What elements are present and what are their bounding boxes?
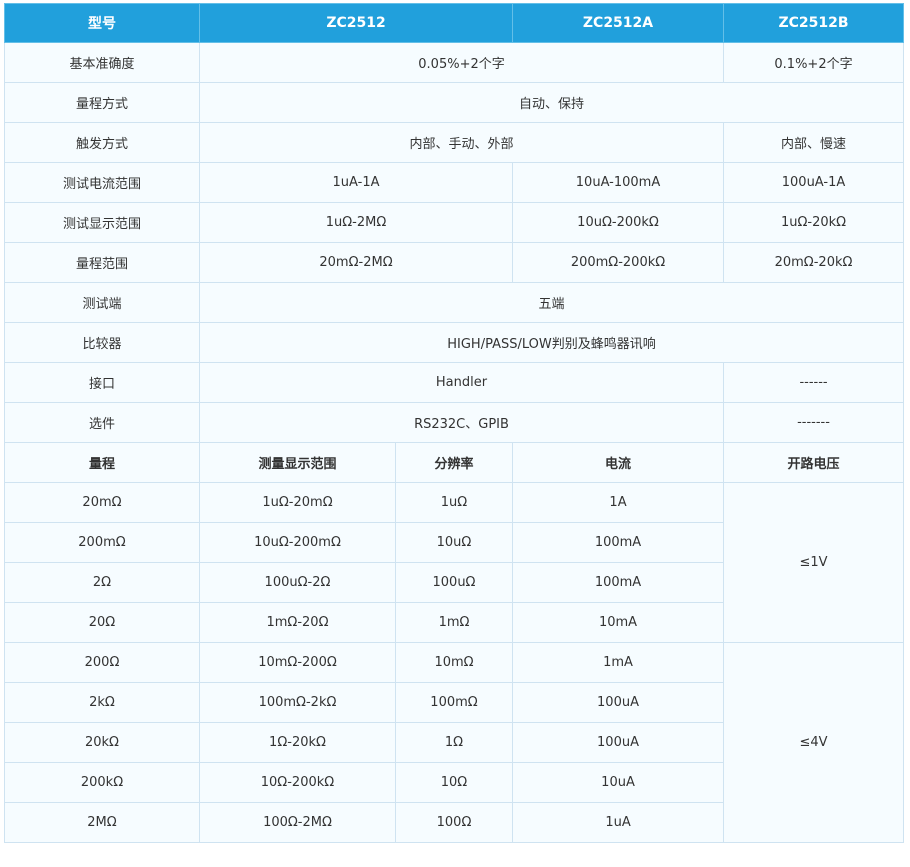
current-cell: 10mA [512, 602, 725, 643]
spec-value: ------ [723, 362, 905, 403]
display-range-cell: 10Ω-200kΩ [199, 762, 396, 803]
range-cell: 2kΩ [4, 682, 200, 723]
spec-table: 型号 ZC2512 ZC2512A ZC2512B 基本准确度 0.05%+2个… [4, 3, 905, 843]
spec-value: 内部、慢速 [723, 122, 905, 163]
spec-row-range: 量程范围 20mΩ-2MΩ 200mΩ-200kΩ 20mΩ-20kΩ [4, 242, 905, 283]
spec-value: HIGH/PASS/LOW判别及蜂鸣器讯响 [198, 322, 905, 363]
display-range-cell: 1mΩ-20Ω [199, 602, 396, 643]
resolution-cell: 1Ω [394, 722, 514, 763]
resolution-cell: 1mΩ [394, 602, 514, 643]
spec-label: 选件 [4, 402, 200, 443]
range-cell: 20kΩ [4, 722, 200, 763]
resolution-cell: 10uΩ [394, 522, 514, 563]
spec-row-options: 选件 RS232C、GPIB ------- [4, 402, 905, 443]
spec-value: 1uΩ-20kΩ [723, 202, 905, 243]
spec-value: 20mΩ-20kΩ [723, 242, 905, 283]
current-cell: 1mA [512, 642, 725, 683]
resolution-cell: 10mΩ [394, 642, 514, 683]
spec-row-display: 测试显示范围 1uΩ-2MΩ 10uΩ-200kΩ 1uΩ-20kΩ [4, 202, 905, 243]
range-cell: 20mΩ [4, 482, 200, 523]
spec-value: 内部、手动、外部 [198, 122, 725, 163]
spec-row-range-mode: 量程方式 自动、保持 [4, 82, 905, 123]
spec-label: 接口 [4, 362, 200, 403]
current-cell: 1uA [512, 802, 725, 843]
range-cell: 200mΩ [4, 522, 200, 563]
spec-label: 量程范围 [4, 242, 200, 283]
spec-label: 测试显示范围 [4, 202, 200, 243]
spec-value: 0.1%+2个字 [723, 42, 905, 83]
spec-value: 自动、保持 [198, 82, 905, 123]
range-cell: 20Ω [4, 602, 200, 643]
spec-value: Handler [198, 362, 725, 403]
spec-value: 20mΩ-2MΩ [198, 242, 514, 283]
spec-value: ------- [723, 402, 905, 443]
spec-label: 触发方式 [4, 122, 200, 163]
spec-row-accuracy: 基本准确度 0.05%+2个字 0.1%+2个字 [4, 42, 905, 83]
header-zc2512a: ZC2512A [512, 3, 725, 43]
spec-value: 100uA-1A [723, 162, 905, 203]
current-cell: 100uA [512, 682, 725, 723]
header-model: 型号 [4, 3, 200, 43]
range-cell: 2Ω [4, 562, 200, 603]
voltage-cell: ≤4V [723, 642, 905, 843]
spec-label: 量程方式 [4, 82, 200, 123]
display-range-cell: 1uΩ-20mΩ [199, 482, 396, 523]
spec-value: 10uΩ-200kΩ [512, 202, 725, 243]
voltage-cell: ≤1V [723, 482, 905, 643]
spec-label: 测试电流范围 [4, 162, 200, 203]
voltage-header: 开路电压 [723, 442, 905, 483]
spec-value: 200mΩ-200kΩ [512, 242, 725, 283]
header-zc2512: ZC2512 [198, 3, 514, 43]
range-cell: 200Ω [4, 642, 200, 683]
table-header-row: 型号 ZC2512 ZC2512A ZC2512B [4, 3, 905, 43]
resolution-cell: 1uΩ [394, 482, 514, 523]
display-range-cell: 10uΩ-200mΩ [199, 522, 396, 563]
current-cell: 100mA [512, 522, 725, 563]
spec-value: 五端 [198, 282, 905, 323]
current-header: 电流 [512, 442, 725, 483]
range-header: 量程 [4, 442, 200, 483]
current-cell: 1A [512, 482, 725, 523]
spec-value: RS232C、GPIB [198, 402, 725, 443]
range-cell: 2MΩ [4, 802, 200, 843]
range-cell: 200kΩ [4, 762, 200, 803]
display-range-cell: 100mΩ-2kΩ [199, 682, 396, 723]
current-cell: 100uA [512, 722, 725, 763]
spec-label: 基本准确度 [4, 42, 200, 83]
range-row: 20mΩ 1uΩ-20mΩ 1uΩ 1A ≤1V [4, 482, 905, 643]
display-range-cell: 100Ω-2MΩ [199, 802, 396, 843]
resolution-header: 分辨率 [394, 442, 514, 483]
spec-label: 比较器 [4, 322, 200, 363]
spec-value: 0.05%+2个字 [198, 42, 725, 83]
spec-row-comparator: 比较器 HIGH/PASS/LOW判别及蜂鸣器讯响 [4, 322, 905, 363]
header-zc2512b: ZC2512B [723, 3, 905, 43]
spec-value: 10uA-100mA [512, 162, 725, 203]
range-table-header-row: 量程 测量显示范围 分辨率 电流 开路电压 [4, 442, 905, 483]
resolution-cell: 10Ω [394, 762, 514, 803]
spec-row-terminal: 测试端 五端 [4, 282, 905, 323]
display-range-cell: 100uΩ-2Ω [199, 562, 396, 603]
display-range-cell: 10mΩ-200Ω [199, 642, 396, 683]
resolution-cell: 100mΩ [394, 682, 514, 723]
spec-table-container: 型号 ZC2512 ZC2512A ZC2512B 基本准确度 0.05%+2个… [4, 3, 905, 843]
spec-row-trigger: 触发方式 内部、手动、外部 内部、慢速 [4, 122, 905, 163]
resolution-cell: 100uΩ [394, 562, 514, 603]
spec-row-interface: 接口 Handler ------ [4, 362, 905, 403]
display-header: 测量显示范围 [199, 442, 396, 483]
spec-value: 1uΩ-2MΩ [198, 202, 514, 243]
spec-label: 测试端 [4, 282, 200, 323]
current-cell: 100mA [512, 562, 725, 603]
resolution-cell: 100Ω [394, 802, 514, 843]
range-row: 200Ω 10mΩ-200Ω 10mΩ 1mA ≤4V [4, 642, 905, 843]
spec-value: 1uA-1A [198, 162, 514, 203]
spec-row-current: 测试电流范围 1uA-1A 10uA-100mA 100uA-1A [4, 162, 905, 203]
current-cell: 10uA [512, 762, 725, 803]
display-range-cell: 1Ω-20kΩ [199, 722, 396, 763]
